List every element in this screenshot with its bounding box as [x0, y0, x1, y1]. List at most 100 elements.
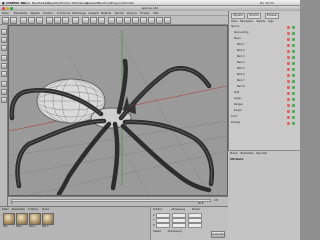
visibility-check-icon[interactable] — [292, 109, 295, 113]
visibility-check-icon[interactable] — [292, 25, 295, 29]
timeline-ruler[interactable] — [11, 199, 211, 202]
zoom-icon[interactable] — [10, 7, 13, 10]
3d-viewport[interactable] — [8, 25, 228, 196]
visibility-check-icon[interactable] — [292, 115, 295, 119]
rot-b-field[interactable] — [187, 223, 202, 228]
viewport-scene[interactable] — [9, 26, 227, 195]
tag-icon[interactable] — [287, 109, 290, 113]
tag-icon[interactable] — [287, 37, 290, 41]
object-row[interactable]: Bein.7 — [231, 79, 299, 83]
tag-icon[interactable] — [287, 85, 290, 89]
render-view-icon[interactable] — [82, 17, 89, 24]
object-row[interactable]: Augen — [231, 97, 299, 101]
material-menu-file[interactable]: Datei — [2, 208, 8, 211]
menu-functions[interactable]: Funktionen — [57, 12, 71, 15]
tab-structure[interactable]: Struktur — [247, 13, 262, 19]
scene-icon[interactable] — [148, 17, 155, 24]
object-row[interactable]: Bein.3 — [231, 55, 299, 59]
object-row[interactable]: Kopf — [231, 91, 299, 95]
pos-z-field[interactable] — [156, 223, 171, 228]
attr-menu-user[interactable]: Benutzer — [256, 152, 267, 155]
object-mode-icon[interactable] — [1, 37, 7, 43]
rotate-tool-icon[interactable] — [36, 17, 43, 24]
object-row[interactable]: Bein.6 — [231, 73, 299, 77]
tag-icon[interactable] — [287, 61, 290, 65]
menu-plugins[interactable]: Plug-ins — [127, 12, 137, 15]
menu-help[interactable]: Hilfe — [153, 12, 159, 15]
scale-tool-icon[interactable] — [28, 17, 35, 24]
snap-icon[interactable] — [1, 89, 7, 95]
polygons-mode-icon[interactable] — [1, 71, 7, 77]
tag-icon[interactable] — [287, 55, 290, 59]
object-row[interactable]: Körper — [231, 109, 299, 113]
object-row[interactable]: Bein.4 — [231, 61, 299, 65]
tab-objects[interactable]: Objekte — [231, 13, 245, 19]
visibility-check-icon[interactable] — [292, 85, 295, 89]
mac-menu-edit[interactable]: Bearbeiten — [32, 1, 48, 5]
camera-icon[interactable] — [156, 17, 163, 24]
visibility-check-icon[interactable] — [292, 49, 295, 53]
size-z-field[interactable] — [172, 223, 187, 228]
light-icon[interactable] — [164, 17, 171, 24]
y-axis-icon[interactable] — [54, 17, 61, 24]
visibility-check-icon[interactable] — [292, 61, 295, 65]
material-menu-edit[interactable]: Bearbeiten — [12, 208, 25, 211]
om-menu-tags[interactable]: Tags — [268, 20, 273, 23]
coord-system-icon[interactable] — [72, 17, 79, 24]
workplane-icon[interactable] — [1, 81, 7, 87]
tag-icon[interactable] — [287, 115, 290, 119]
model-mode-icon[interactable] — [1, 29, 7, 35]
visibility-check-icon[interactable] — [292, 97, 295, 101]
render-settings-icon[interactable] — [98, 17, 105, 24]
array-icon[interactable] — [132, 17, 139, 24]
object-row[interactable]: Bein.1 — [231, 43, 299, 47]
x-axis-icon[interactable] — [46, 17, 53, 24]
points-mode-icon[interactable] — [1, 55, 7, 61]
object-row[interactable]: Beine — [231, 37, 299, 41]
mac-menu-structure[interactable]: Struktur — [59, 1, 71, 5]
tag-icon[interactable] — [287, 31, 290, 35]
tag-icon[interactable] — [287, 43, 290, 47]
object-row[interactable]: Spinne-Ring — [231, 31, 299, 35]
object-row[interactable]: Spinne — [231, 25, 299, 29]
mac-menu-draw[interactable]: Zeichnen — [98, 1, 112, 5]
object-row[interactable]: Bein.8 — [231, 85, 299, 89]
deformer-icon[interactable] — [140, 17, 147, 24]
render-picture-icon[interactable] — [90, 17, 97, 24]
z-axis-icon[interactable] — [62, 17, 69, 24]
move-tool-icon[interactable] — [20, 17, 27, 24]
object-row[interactable]: Bein.2 — [231, 49, 299, 53]
visibility-check-icon[interactable] — [292, 103, 295, 107]
visibility-check-icon[interactable] — [292, 37, 295, 41]
material-swatch[interactable] — [16, 213, 28, 225]
attr-menu-mode[interactable]: Modus — [230, 152, 238, 155]
object-row[interactable]: Kamera — [231, 121, 299, 125]
mac-menu-window[interactable]: Fenster — [123, 1, 134, 5]
apply-button[interactable]: Anwenden — [211, 231, 225, 238]
close-icon[interactable] — [2, 7, 5, 10]
visibility-check-icon[interactable] — [292, 67, 295, 71]
menu-material[interactable]: Material — [101, 12, 111, 15]
timeline[interactable]: 0 90 B 0 B — [8, 196, 228, 206]
tag-icon[interactable] — [287, 97, 290, 101]
material-swatch[interactable] — [3, 213, 15, 225]
redo-icon[interactable] — [10, 17, 17, 24]
tag-icon[interactable] — [287, 103, 290, 107]
visibility-check-icon[interactable] — [292, 121, 295, 125]
mac-menu-file[interactable]: Datei — [22, 1, 30, 5]
menu-render[interactable]: Render — [115, 12, 124, 15]
menu-file[interactable]: Datei — [2, 12, 9, 15]
nurbs-icon[interactable] — [124, 17, 131, 24]
tag-icon[interactable] — [287, 73, 290, 77]
visibility-check-icon[interactable] — [292, 73, 295, 77]
spline-icon[interactable] — [116, 17, 123, 24]
material-swatch[interactable] — [29, 213, 41, 225]
material-menu-texture[interactable]: Textur — [42, 208, 49, 211]
visibility-check-icon[interactable] — [292, 31, 295, 35]
tag-icon[interactable] — [287, 91, 290, 95]
mac-menu-objects[interactable]: Objekte — [47, 1, 59, 5]
minimize-icon[interactable] — [6, 7, 9, 10]
undo-icon[interactable] — [2, 17, 9, 24]
material-swatch[interactable] — [42, 213, 54, 225]
mac-menu-plugins[interactable]: Plug-ins — [111, 1, 123, 5]
